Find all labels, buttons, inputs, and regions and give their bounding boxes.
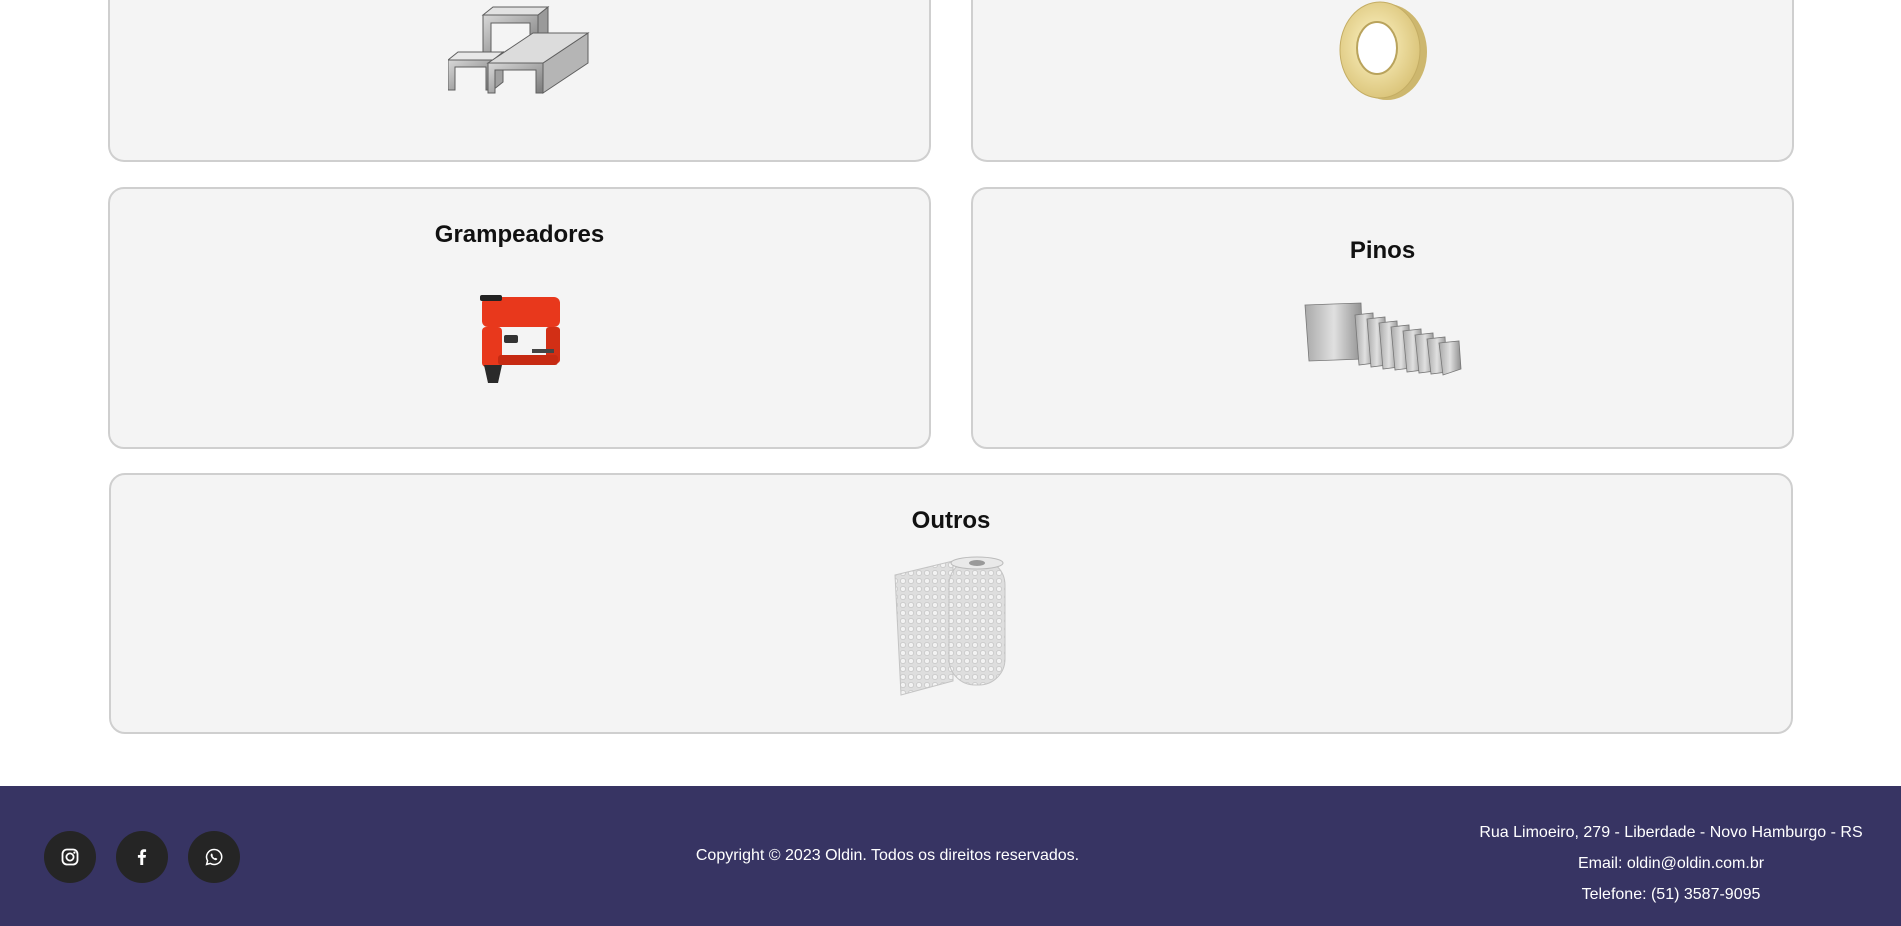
category-card-pinos[interactable]: Pinos	[971, 187, 1794, 449]
category-card-tape[interactable]	[971, 0, 1794, 162]
instagram-link[interactable]	[44, 831, 96, 883]
category-title: Grampeadores	[434, 221, 605, 248]
brad-nails-strips-image	[1304, 302, 1462, 376]
facebook-link[interactable]	[116, 831, 168, 883]
category-card-outros[interactable]: Outros	[109, 473, 1793, 734]
clear-tape-roll-image	[1339, 1, 1427, 100]
category-title: Outros	[911, 507, 991, 534]
staples-strips-image	[448, 5, 590, 94]
address-text: Rua Limoeiro, 279 - Liberdade - Novo Ham…	[1479, 824, 1863, 841]
category-card-grampeadores[interactable]: Grampeadores	[108, 187, 931, 449]
page: Grampeadores Pinos Outros Copyright © 20…	[0, 0, 1901, 926]
instagram-icon	[61, 848, 79, 866]
site-footer: Copyright © 2023 Oldin. Todos os direito…	[0, 786, 1901, 926]
facebook-icon	[137, 849, 147, 865]
red-stapler-gun-image	[480, 295, 560, 383]
bubble-wrap-roll-image	[894, 556, 1006, 696]
contact-info: Rua Limoeiro, 279 - Liberdade - Novo Ham…	[1461, 817, 1881, 910]
phone-text[interactable]: Telefone: (51) 3587-9095	[1461, 879, 1881, 910]
category-title: Pinos	[1349, 237, 1416, 264]
category-card-staples[interactable]	[108, 0, 931, 162]
copyright-text: Copyright © 2023 Oldin. Todos os direito…	[695, 847, 1080, 864]
email-text[interactable]: Email: oldin@oldin.com.br	[1461, 848, 1881, 879]
whatsapp-link[interactable]	[188, 831, 240, 883]
whatsapp-icon	[205, 848, 223, 866]
